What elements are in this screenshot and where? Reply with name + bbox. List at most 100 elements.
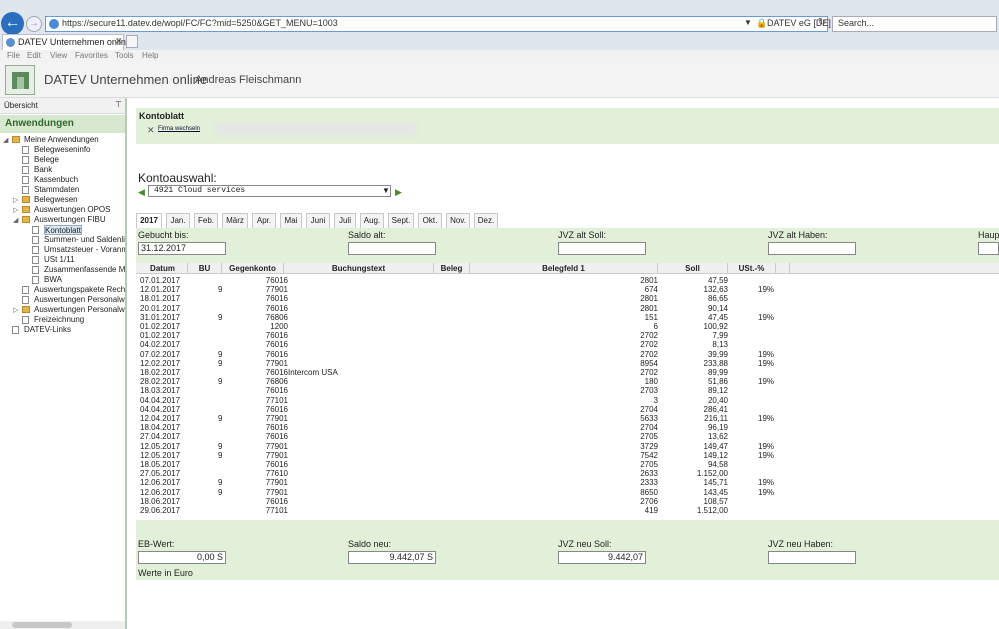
table-row[interactable]: 12.06.2017 9 77901 8650 143,45 19%	[136, 488, 776, 497]
table-row[interactable]: 18.04.2017 76016 2704 96,19	[136, 423, 776, 432]
pin-icon[interactable]: ⊤	[115, 100, 122, 109]
sidebar-item[interactable]: Belegweseninfo	[34, 145, 90, 155]
address-bar[interactable]: https://secure11.datev.de/wopl/FC/FC?mid…	[45, 16, 831, 32]
tab-mai[interactable]: Mai	[280, 213, 302, 228]
sidebar-item[interactable]: Belegwesen	[34, 195, 78, 205]
browser-tab[interactable]: DATEV Unternehmen online ✕	[2, 34, 131, 50]
table-row[interactable]: 20.01.2017 76016 2801 90,14	[136, 304, 776, 313]
tab-2017[interactable]: 2017	[136, 213, 162, 228]
filter-input[interactable]	[558, 242, 646, 255]
search-input[interactable]: Search...	[832, 16, 997, 32]
total-value[interactable]: 9.442,07	[558, 551, 646, 564]
sidebar-item[interactable]: Auswertungen OPOS	[34, 205, 110, 215]
table-row[interactable]: 07.02.2017 9 76016 2702 39,99 19%	[136, 350, 776, 359]
sidebar-item[interactable]: Freizeichnung	[34, 315, 84, 325]
tab-okt[interactable]: Okt.	[418, 213, 442, 228]
column-header[interactable]: BU	[188, 263, 222, 274]
menu-help[interactable]: Help	[142, 51, 158, 60]
filter-input[interactable]	[348, 242, 436, 255]
table-row[interactable]: 01.02.2017 1200 6 100,92	[136, 322, 776, 331]
back-arrow-icon[interactable]: ←	[1, 12, 24, 35]
scroll-thumb[interactable]	[12, 622, 72, 628]
forward-arrow-icon[interactable]: →	[26, 16, 42, 32]
sidebar-item[interactable]: Belege	[34, 155, 59, 165]
close-icon[interactable]: ✕	[147, 125, 155, 136]
menu-edit[interactable]: Edit	[27, 51, 41, 60]
tab-aug[interactable]: Aug.	[360, 213, 384, 228]
sidebar-item[interactable]: Bank	[34, 165, 52, 175]
table-row[interactable]: 18.05.2017 76016 2705 94,58	[136, 460, 776, 469]
column-header[interactable]: Belegfeld 1	[470, 263, 658, 274]
tab-nov[interactable]: Nov.	[446, 213, 470, 228]
column-header[interactable]: Gegenkonto	[222, 263, 284, 274]
table-row[interactable]: 18.01.2017 76016 2801 86,65	[136, 294, 776, 303]
table-row[interactable]: 04.04.2017 76016 2704 286,41	[136, 405, 776, 414]
sidebar-item[interactable]: DATEV-Links	[24, 325, 71, 335]
new-tab-button[interactable]	[126, 35, 138, 48]
sidebar-scrollbar[interactable]	[0, 621, 125, 629]
close-icon[interactable]: ✕	[115, 36, 123, 47]
tab-juli[interactable]: Juli	[334, 213, 356, 228]
filter-input[interactable]	[978, 242, 999, 255]
column-header[interactable]: Datum	[138, 263, 188, 274]
column-header[interactable]: Soll	[658, 263, 728, 274]
collapsed-arrow-icon[interactable]: ▷	[13, 306, 18, 314]
table-row[interactable]: 12.01.2017 9 77901 674 132,63 19%	[136, 285, 776, 294]
table-row[interactable]: 04.04.2017 77101 3 20,40	[136, 396, 776, 405]
total-value[interactable]: 0,00 S	[138, 551, 226, 564]
table-row[interactable]: 18.02.2017 76016 Intercom USA 2702 89,99	[136, 368, 776, 377]
filter-input[interactable]	[768, 242, 856, 255]
table-row[interactable]: 18.06.2017 76016 2706 108,57	[136, 497, 776, 506]
table-row[interactable]: 12.06.2017 9 77901 2333 145,71 19%	[136, 478, 776, 487]
sidebar-item[interactable]: Auswertungspakete Rechnu	[34, 285, 125, 295]
table-row[interactable]: 01.02.2017 76016 2702 7,99	[136, 331, 776, 340]
sidebar-item[interactable]: Kontoblatt	[44, 225, 83, 235]
collapsed-arrow-icon[interactable]: ▷	[13, 206, 18, 214]
sidebar-item[interactable]: Auswertungen FIBU	[34, 215, 106, 225]
menu-file[interactable]: File	[7, 51, 20, 60]
table-row[interactable]: 07.01.2017 76016 2801 47,59	[136, 276, 776, 285]
menu-view[interactable]: View	[50, 51, 67, 60]
filter-input[interactable]: 31.12.2017	[138, 242, 226, 255]
column-header[interactable]: Beleg	[434, 263, 470, 274]
sidebar-item[interactable]: Meine Anwendungen	[24, 135, 99, 145]
table-row[interactable]: 12.02.2017 9 77901 8954 233,88 19%	[136, 359, 776, 368]
refresh-icon[interactable]: ↻	[818, 17, 826, 28]
table-row[interactable]: 27.04.2017 76016 2705 13,62	[136, 432, 776, 441]
sidebar-item[interactable]: BWA	[44, 275, 62, 285]
tab-märz[interactable]: März	[222, 213, 248, 228]
expanded-arrow-icon[interactable]: ◢	[3, 136, 8, 144]
sidebar-item[interactable]: Summen- und Saldenlis	[44, 235, 125, 245]
table-row[interactable]: 12.05.2017 9 77901 3729 149,47 19%	[136, 442, 776, 451]
tab-dez[interactable]: Dez.	[474, 213, 498, 228]
table-row[interactable]: 12.05.2017 9 77901 7542 149,12 19%	[136, 451, 776, 460]
collapsed-arrow-icon[interactable]: ▷	[13, 196, 18, 204]
table-row[interactable]: 28.02.2017 9 76806 180 51,86 19%	[136, 377, 776, 386]
table-row[interactable]: 18.03.2017 76016 2703 89,12	[136, 386, 776, 395]
expanded-arrow-icon[interactable]: ◢	[13, 216, 18, 224]
tab-apr[interactable]: Apr.	[252, 213, 276, 228]
tab-sept[interactable]: Sept.	[388, 213, 414, 228]
prev-account-icon[interactable]: ◀	[138, 187, 145, 198]
sidebar-item[interactable]: USt 1/11	[44, 255, 75, 265]
next-account-icon[interactable]: ▶	[395, 187, 402, 198]
column-header[interactable]: Buchungstext	[284, 263, 434, 274]
scroll-left-icon[interactable]: ‹	[146, 506, 149, 516]
change-company-link[interactable]: Firma wechseln	[158, 126, 200, 132]
menu-tools[interactable]: Tools	[115, 51, 134, 60]
menu-favorites[interactable]: Favorites	[75, 51, 108, 60]
sidebar-item[interactable]: Stammdaten	[34, 185, 79, 195]
sidebar-item[interactable]: Auswertungen Personalwirt	[34, 295, 125, 305]
total-value[interactable]: 9.442,07 S	[348, 551, 436, 564]
table-row[interactable]: 27.05.2017 77610 2633 1.152,00	[136, 469, 776, 478]
account-select[interactable]: 4921 Cloud services ▼	[148, 185, 391, 197]
table-row[interactable]: 12.04.2017 9 77901 5633 216,11 19%	[136, 414, 776, 423]
sidebar-item[interactable]: Zusammenfassende Me	[44, 265, 125, 275]
sidebar-item[interactable]: Kassenbuch	[34, 175, 78, 185]
table-row[interactable]: 04.02.2017 76016 2702 8,13	[136, 340, 776, 349]
tab-juni[interactable]: Juni	[306, 213, 330, 228]
total-value[interactable]	[768, 551, 856, 564]
tab-jan[interactable]: Jan.	[166, 213, 190, 228]
table-row[interactable]: 31.01.2017 9 76806 151 47,45 19%	[136, 313, 776, 322]
sidebar-item[interactable]: Umsatzsteuer - Voranm	[44, 245, 125, 255]
